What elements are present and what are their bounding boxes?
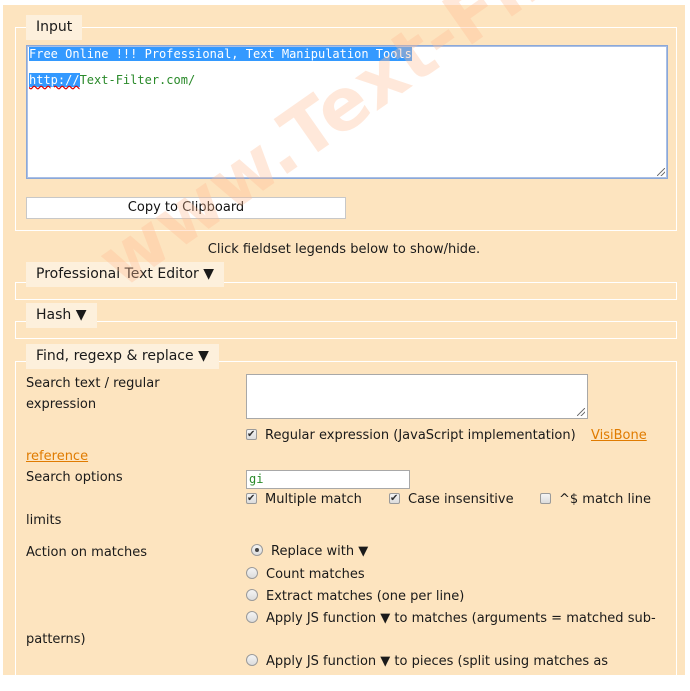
- find-legend[interactable]: Find, regexp & replace ▼: [26, 344, 219, 369]
- action-js-pieces-radio[interactable]: [246, 654, 258, 666]
- search-options-input[interactable]: gi: [246, 470, 410, 489]
- case-insensitive-row[interactable]: Case insensitive: [389, 490, 514, 509]
- action-on-matches-label: Action on matches: [26, 545, 148, 560]
- multiple-match-checkbox[interactable]: [246, 490, 257, 508]
- match-line-continuation: limits: [26, 513, 62, 528]
- regex-checkbox-row[interactable]: Regular expression (JavaScript implement…: [246, 426, 576, 445]
- multiple-match-row[interactable]: Multiple match: [246, 490, 362, 509]
- copy-to-clipboard-button[interactable]: Copy to Clipboard: [26, 197, 346, 219]
- search-options-label: Search options: [26, 470, 123, 485]
- hash-legend[interactable]: Hash ▼: [26, 303, 97, 328]
- action-extract-row[interactable]: Extract matches (one per line): [246, 588, 464, 606]
- reference-link[interactable]: reference: [26, 448, 88, 466]
- action-extract-radio[interactable]: [246, 589, 258, 601]
- regex-checkbox[interactable]: [246, 426, 257, 444]
- search-text-label: Search text / regular expression: [26, 376, 160, 412]
- match-line-checkbox[interactable]: [540, 493, 551, 504]
- action-replace-row[interactable]: Replace with ▼: [251, 543, 368, 561]
- hash-fieldset: [15, 321, 677, 339]
- editor-legend[interactable]: Professional Text Editor ▼: [26, 262, 225, 287]
- match-line-row[interactable]: ^$ match line: [540, 491, 651, 509]
- resize-handle-icon[interactable]: [657, 168, 665, 176]
- case-insensitive-checkbox[interactable]: [389, 490, 400, 508]
- action-js-matches-continuation: patterns): [26, 632, 86, 647]
- hint-text: Click fieldset legends below to show/hid…: [207, 242, 481, 257]
- textarea-line-2-rest: Text-Filter.com/: [79, 73, 196, 87]
- action-replace-radio[interactable]: [251, 544, 263, 556]
- action-js-matches-radio[interactable]: [246, 611, 258, 623]
- action-count-radio[interactable]: [246, 567, 258, 579]
- action-js-pieces-row[interactable]: Apply JS function ▼ to pieces (split usi…: [246, 653, 608, 671]
- search-text-input[interactable]: [246, 374, 588, 419]
- action-count-row[interactable]: Count matches: [246, 566, 365, 584]
- visibone-link[interactable]: VisiBone: [591, 427, 647, 445]
- textarea-line-2-selected: http://: [29, 73, 80, 87]
- input-legend[interactable]: Input: [26, 15, 83, 40]
- input-textarea[interactable]: Free Online !!! Professional, Text Manip…: [26, 45, 668, 179]
- action-js-matches-row[interactable]: Apply JS function ▼ to matches (argument…: [246, 610, 656, 628]
- page: Input Free Online !!! Professional, Text…: [3, 0, 690, 691]
- textarea-line-1: Free Online !!! Professional, Text Manip…: [29, 47, 412, 61]
